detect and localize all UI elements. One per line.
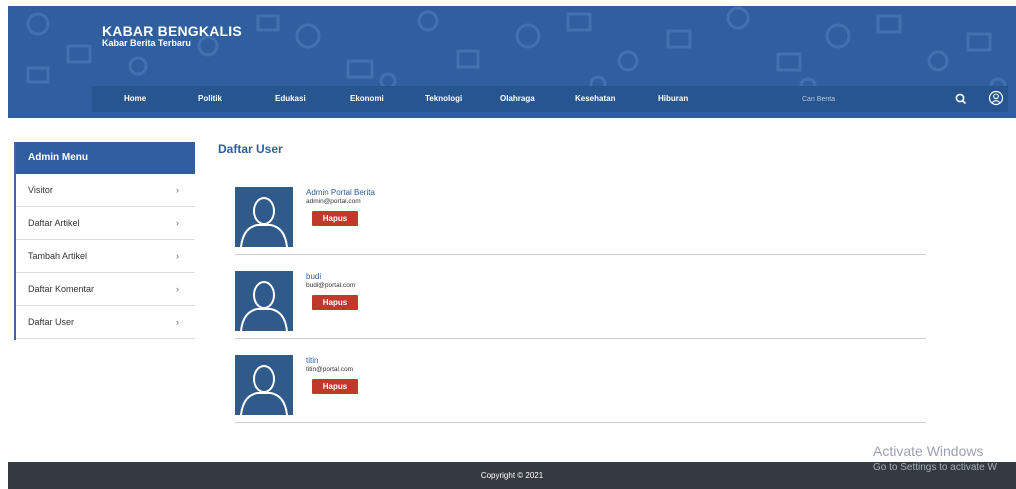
sidebar-item-daftar-user[interactable]: Daftar User › [16,306,195,339]
sidebar-item-visitor[interactable]: Visitor › [16,174,195,207]
nav-item-teknologi[interactable]: Teknologi [425,86,462,112]
chevron-right-icon: › [176,218,179,228]
brand-subtitle: Kabar Berita Terbaru [102,38,191,48]
nav-item-ekonomi[interactable]: Ekonomi [350,86,384,112]
activate-windows-hint: Go to Settings to activate W [873,462,997,473]
sidebar-item-label: Daftar Artikel [28,218,80,228]
footer: Copyright © 2021 [8,462,1016,489]
admin-sidebar: Admin Menu Visitor › Daftar Artikel › Ta… [14,142,195,340]
banner-pattern [26,6,1007,95]
sidebar-item-daftar-artikel[interactable]: Daftar Artikel › [16,207,195,240]
sidebar-item-tambah-artikel[interactable]: Tambah Artikel › [16,240,195,273]
sidebar-item-label: Daftar Komentar [28,284,95,294]
search-icon[interactable] [954,92,968,106]
user-name: Admin Portal Berita [306,188,375,197]
sidebar-item-label: Tambah Artikel [28,251,88,261]
user-avatar-icon [235,187,293,247]
delete-user-button[interactable]: Hapus [312,295,358,310]
user-email: admin@portal.com [306,198,361,205]
search-input[interactable] [802,90,950,108]
delete-user-button[interactable]: Hapus [312,211,358,226]
sidebar-item-label: Daftar User [28,317,75,327]
page-title: Daftar User [218,142,283,156]
brand-title: KABAR BENGKALIS [102,23,242,39]
sidebar-header: Admin Menu [16,142,195,174]
nav-item-hiburan[interactable]: Hiburan [658,86,688,112]
sidebar-item-daftar-komentar[interactable]: Daftar Komentar › [16,273,195,306]
activate-windows-title: Activate Windows [873,443,984,459]
brand[interactable]: KABAR BENGKALIS Kabar Berita Terbaru [102,23,242,48]
delete-user-button[interactable]: Hapus [312,379,358,394]
nav-item-olahraga[interactable]: Olahraga [500,86,535,112]
copyright-text: Copyright © 2021 [480,471,544,480]
chevron-right-icon: › [176,251,179,261]
sidebar-item-label: Visitor [28,185,53,195]
user-row: titin titin@portal.com Hapus [235,339,926,423]
nav-item-kesehatan[interactable]: Kesehatan [575,86,615,112]
user-circle-icon[interactable] [988,90,1004,106]
user-name: budi [306,272,322,281]
nav-item-politik[interactable]: Politik [198,86,222,112]
user-name: titin [306,356,319,365]
chevron-right-icon: › [176,317,179,327]
nav-item-edukasi[interactable]: Edukasi [275,86,306,112]
user-avatar-icon [235,271,293,331]
user-email: titin@portal.com [306,366,354,373]
main-navbar: Home Politik Edukasi Ekonomi Teknologi O… [92,86,1008,112]
user-avatar-icon [235,355,293,415]
chevron-right-icon: › [176,185,179,195]
user-row: budi budi@portal.com Hapus [235,255,926,339]
chevron-right-icon: › [176,284,179,294]
user-email: budi@portal.com [306,282,356,289]
user-row: Admin Portal Berita admin@portal.com Hap… [235,171,926,255]
nav-item-home[interactable]: Home [124,86,146,112]
